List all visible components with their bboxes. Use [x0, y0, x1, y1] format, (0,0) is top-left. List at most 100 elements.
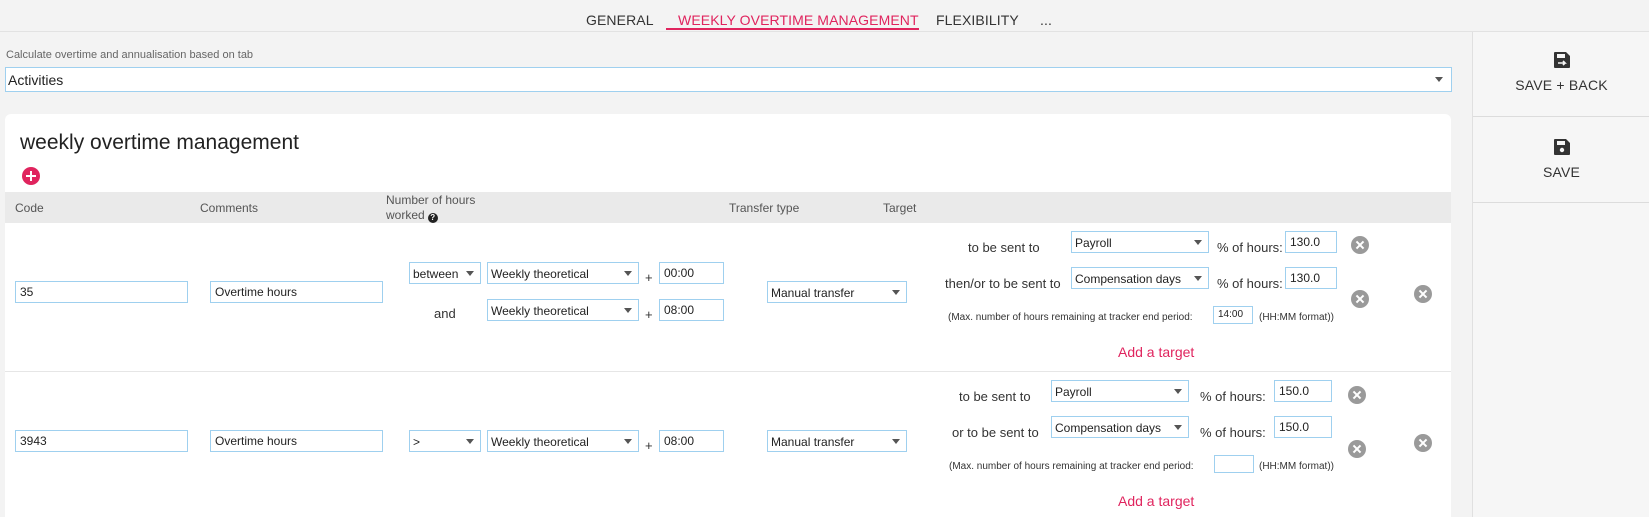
chevron-down-icon: [1435, 77, 1443, 82]
target-select[interactable]: Compensation days: [1051, 416, 1189, 438]
percent-field[interactable]: 130.0: [1285, 267, 1337, 289]
reference-select[interactable]: Weekly theoretical: [487, 299, 639, 321]
column-target: Target: [883, 201, 917, 215]
time-field[interactable]: 08:00: [659, 430, 724, 452]
add-rule-icon[interactable]: [22, 167, 40, 185]
save-back-label: SAVE + BACK: [1515, 77, 1608, 93]
chevron-down-icon: [892, 439, 900, 444]
column-transfer-type: Transfer type: [729, 201, 800, 215]
target-label: to be sent to: [959, 389, 1031, 404]
reference-select[interactable]: Weekly theoretical: [487, 262, 639, 284]
active-tab-indicator: [666, 28, 919, 30]
remove-row-icon[interactable]: [1414, 285, 1432, 303]
column-hours-line1: Number of hours: [386, 193, 476, 207]
target-value: Compensation days: [1055, 421, 1162, 435]
target-select[interactable]: Payroll: [1051, 380, 1189, 402]
target-label: then/or to be sent to: [945, 276, 1061, 291]
chevron-down-icon: [624, 271, 632, 276]
column-comments: Comments: [200, 201, 259, 215]
reference-select[interactable]: Weekly theoretical: [487, 430, 639, 452]
column-hours-line2: worked: [386, 208, 425, 222]
reference-value: Weekly theoretical: [491, 267, 589, 281]
row-divider: [5, 371, 1451, 372]
percent-field[interactable]: 130.0: [1285, 231, 1337, 253]
transfer-type-value: Manual transfer: [771, 286, 855, 300]
operator-select[interactable]: between: [409, 262, 481, 284]
weekly-overtime-card: weekly overtime management Code Comments…: [5, 114, 1451, 517]
chevron-down-icon: [624, 308, 632, 313]
divider: [1473, 202, 1649, 203]
percent-label: % of hours:: [1200, 389, 1266, 404]
column-code: Code: [15, 201, 44, 215]
plus-sign: +: [645, 270, 653, 285]
remove-target-icon[interactable]: [1351, 290, 1369, 308]
percent-label: % of hours:: [1217, 240, 1283, 255]
chevron-down-icon: [624, 439, 632, 444]
tab-more[interactable]: ...: [1040, 12, 1052, 28]
chevron-down-icon: [892, 290, 900, 295]
reference-value: Weekly theoretical: [491, 304, 589, 318]
save-back-icon: [1553, 52, 1570, 68]
target-select[interactable]: Compensation days: [1071, 267, 1209, 289]
operator-value: >: [413, 435, 421, 449]
target-label: or to be sent to: [952, 425, 1039, 440]
and-label: and: [434, 306, 456, 321]
chevron-down-icon: [466, 271, 474, 276]
max-hours-label: (Max. number of hours remaining at track…: [949, 461, 1194, 472]
chevron-down-icon: [1174, 425, 1182, 430]
remove-row-icon[interactable]: [1414, 434, 1432, 452]
target-label: to be sent to: [968, 240, 1040, 255]
comment-field[interactable]: Overtime hours: [210, 281, 383, 303]
target-value: Payroll: [1075, 236, 1112, 250]
save-label: SAVE: [1542, 164, 1581, 180]
comment-field[interactable]: Overtime hours: [210, 430, 383, 452]
add-target-link[interactable]: Add a target: [1118, 493, 1194, 509]
percent-field[interactable]: 150.0: [1274, 416, 1332, 438]
percent-label: % of hours:: [1200, 425, 1266, 440]
tab-general[interactable]: GENERAL: [586, 12, 654, 28]
divider: [1473, 116, 1649, 117]
time-field[interactable]: 08:00: [659, 299, 724, 321]
max-hours-format: (HH:MM format)): [1259, 312, 1334, 323]
save-back-button[interactable]: SAVE + BACK: [1473, 51, 1649, 93]
chevron-down-icon: [466, 439, 474, 444]
column-hours: Number of hours worked?: [386, 193, 475, 223]
chevron-down-icon: [1194, 240, 1202, 245]
remove-target-icon[interactable]: [1348, 440, 1366, 458]
percent-label: % of hours:: [1217, 276, 1283, 291]
transfer-type-value: Manual transfer: [771, 435, 855, 449]
transfer-type-select[interactable]: Manual transfer: [767, 281, 907, 303]
calc-basis-select[interactable]: Activities: [5, 67, 1452, 92]
code-field[interactable]: 3943: [15, 430, 188, 452]
remove-target-icon[interactable]: [1348, 386, 1366, 404]
table-header: Code Comments Number of hours worked? Tr…: [5, 192, 1451, 223]
code-field[interactable]: 35: [15, 281, 188, 303]
plus-sign: +: [645, 438, 653, 453]
help-icon[interactable]: ?: [427, 213, 438, 223]
operator-value: between: [413, 267, 459, 281]
target-select[interactable]: Payroll: [1071, 231, 1209, 253]
time-field[interactable]: 00:00: [659, 262, 724, 284]
max-hours-field[interactable]: [1214, 455, 1254, 473]
percent-field[interactable]: 150.0: [1274, 380, 1332, 402]
chevron-down-icon: [1194, 276, 1202, 281]
chevron-down-icon: [1174, 389, 1182, 394]
tab-flexibility[interactable]: FLEXIBILITY: [936, 12, 1019, 28]
tab-bar: GENERAL WEEKLY OVERTIME MANAGEMENT FLEXI…: [0, 0, 1649, 32]
plus-sign: +: [645, 307, 653, 322]
remove-target-icon[interactable]: [1351, 236, 1369, 254]
save-button[interactable]: SAVE: [1473, 138, 1649, 180]
max-hours-field[interactable]: 14:00: [1213, 306, 1253, 324]
calc-basis-label: Calculate overtime and annualisation bas…: [6, 49, 254, 61]
section-title: weekly overtime management: [20, 131, 299, 154]
add-target-link[interactable]: Add a target: [1118, 344, 1194, 360]
save-icon: [1553, 139, 1570, 155]
target-value: Payroll: [1055, 385, 1092, 399]
tab-weekly-overtime-management[interactable]: WEEKLY OVERTIME MANAGEMENT: [678, 12, 919, 28]
reference-value: Weekly theoretical: [491, 435, 589, 449]
transfer-type-select[interactable]: Manual transfer: [767, 430, 907, 452]
max-hours-format: (HH:MM format)): [1259, 461, 1334, 472]
action-panel: SAVE + BACK SAVE: [1472, 32, 1649, 517]
target-value: Compensation days: [1075, 272, 1182, 286]
operator-select[interactable]: >: [409, 430, 481, 452]
